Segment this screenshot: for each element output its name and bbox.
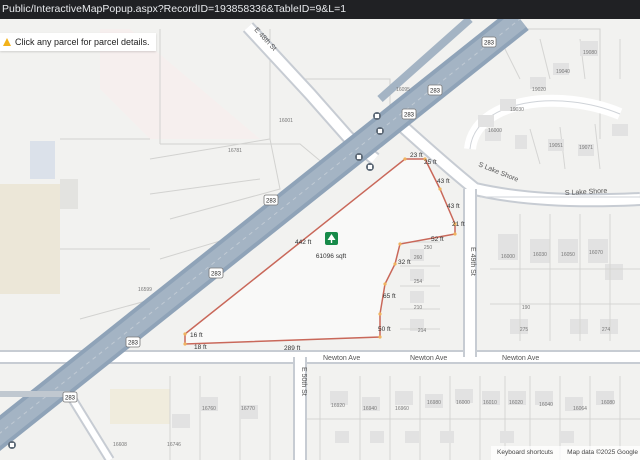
warning-icon <box>3 38 11 46</box>
svg-text:214: 214 <box>418 328 427 334</box>
svg-text:16000: 16000 <box>501 254 515 260</box>
dim-label: 43 ft <box>437 178 450 185</box>
dim-label: 43 ft <box>447 203 460 210</box>
dim-label: 32 ft <box>398 259 411 266</box>
street-label-newton-1: Newton Ave <box>323 355 360 362</box>
svg-text:19071: 19071 <box>579 145 593 151</box>
tree-icon[interactable] <box>325 232 338 245</box>
info-notice: Click any parcel for parcel details. <box>0 33 156 51</box>
svg-text:16599: 16599 <box>138 287 152 293</box>
svg-text:283: 283 <box>404 113 415 119</box>
notice-text: Click any parcel for parcel details. <box>15 37 150 47</box>
svg-text:283: 283 <box>211 272 222 278</box>
bus-stop-icon[interactable] <box>366 163 374 171</box>
svg-text:16781: 16781 <box>228 148 242 154</box>
street-label-newton-2: Newton Ave <box>410 355 447 362</box>
svg-text:16070: 16070 <box>589 250 603 256</box>
svg-text:16940: 16940 <box>363 406 377 412</box>
dim-label: 50 ft <box>378 326 391 333</box>
svg-text:275: 275 <box>520 327 529 333</box>
svg-text:254: 254 <box>414 279 423 285</box>
svg-text:16020: 16020 <box>509 400 523 406</box>
svg-text:16030: 16030 <box>533 252 547 258</box>
svg-text:16000: 16000 <box>456 400 470 406</box>
url-text: Public/InteractiveMapPopup.aspx?RecordID… <box>2 3 347 15</box>
svg-text:16960: 16960 <box>395 406 409 412</box>
svg-text:19040: 19040 <box>556 69 570 75</box>
svg-text:16608: 16608 <box>113 442 127 448</box>
dim-label: 21 ft <box>452 221 465 228</box>
svg-text:16050: 16050 <box>561 252 575 258</box>
svg-text:210: 210 <box>414 305 423 311</box>
dim-label: 25 ft <box>424 159 437 166</box>
map-footer: Keyboard shortcuts Map data ©2025 Google <box>491 446 640 460</box>
svg-text:16980: 16980 <box>427 400 441 406</box>
dim-label: 289 ft <box>284 345 300 352</box>
building-block <box>60 179 78 209</box>
svg-text:274: 274 <box>602 327 611 333</box>
svg-text:19030: 19030 <box>510 107 524 113</box>
map-canvas[interactable]: 23 ft 25 ft 43 ft 43 ft 21 ft 52 ft 32 f… <box>0 19 640 460</box>
dim-label: 16 ft <box>190 332 203 339</box>
svg-text:16010: 16010 <box>483 400 497 406</box>
bus-stop-icon[interactable] <box>8 441 16 449</box>
svg-text:16040: 16040 <box>539 402 553 408</box>
bus-stop-icon[interactable] <box>373 112 381 120</box>
dim-label: 52 ft <box>431 236 444 243</box>
svg-text:16000: 16000 <box>488 128 502 134</box>
street-label-e49th: E 49th St <box>469 247 476 276</box>
svg-text:19020: 19020 <box>532 87 546 93</box>
svg-text:260: 260 <box>414 255 423 261</box>
svg-text:283: 283 <box>430 89 441 95</box>
svg-text:16080: 16080 <box>601 400 615 406</box>
svg-text:19051: 19051 <box>549 143 563 149</box>
building-block <box>0 184 60 294</box>
svg-text:283: 283 <box>484 41 495 47</box>
svg-text:16760: 16760 <box>202 406 216 412</box>
map-attribution: Map data ©2025 Google <box>567 449 638 456</box>
svg-text:16001: 16001 <box>279 118 293 124</box>
svg-text:250: 250 <box>424 245 433 251</box>
dim-label: 65 ft <box>383 293 396 300</box>
street-label-newton-3: Newton Ave <box>502 355 539 362</box>
address-bar[interactable]: Public/InteractiveMapPopup.aspx?RecordID… <box>0 0 640 19</box>
svg-text:190: 190 <box>522 305 531 311</box>
svg-text:16064: 16064 <box>573 406 587 412</box>
svg-text:16746: 16746 <box>167 442 181 448</box>
svg-text:283: 283 <box>128 341 139 347</box>
svg-text:283: 283 <box>65 396 76 402</box>
bus-stop-icon[interactable] <box>355 153 363 161</box>
dim-label: 23 ft <box>410 152 423 159</box>
svg-text:16920: 16920 <box>331 403 345 409</box>
keyboard-shortcuts-link[interactable]: Keyboard shortcuts <box>497 446 553 460</box>
building-block <box>30 141 55 179</box>
dim-label: 442 ft <box>295 239 311 246</box>
street-label-e50th: E 50th St <box>300 367 307 396</box>
bus-stop-icon[interactable] <box>376 127 384 135</box>
dim-label: 18 ft <box>194 344 207 351</box>
building-block <box>110 389 170 424</box>
svg-text:283: 283 <box>266 199 277 205</box>
parcel-area: 61096 sqft <box>316 253 347 260</box>
svg-text:16095: 16095 <box>396 87 410 93</box>
svg-text:16770: 16770 <box>241 406 255 412</box>
svg-text:19080: 19080 <box>583 50 597 56</box>
